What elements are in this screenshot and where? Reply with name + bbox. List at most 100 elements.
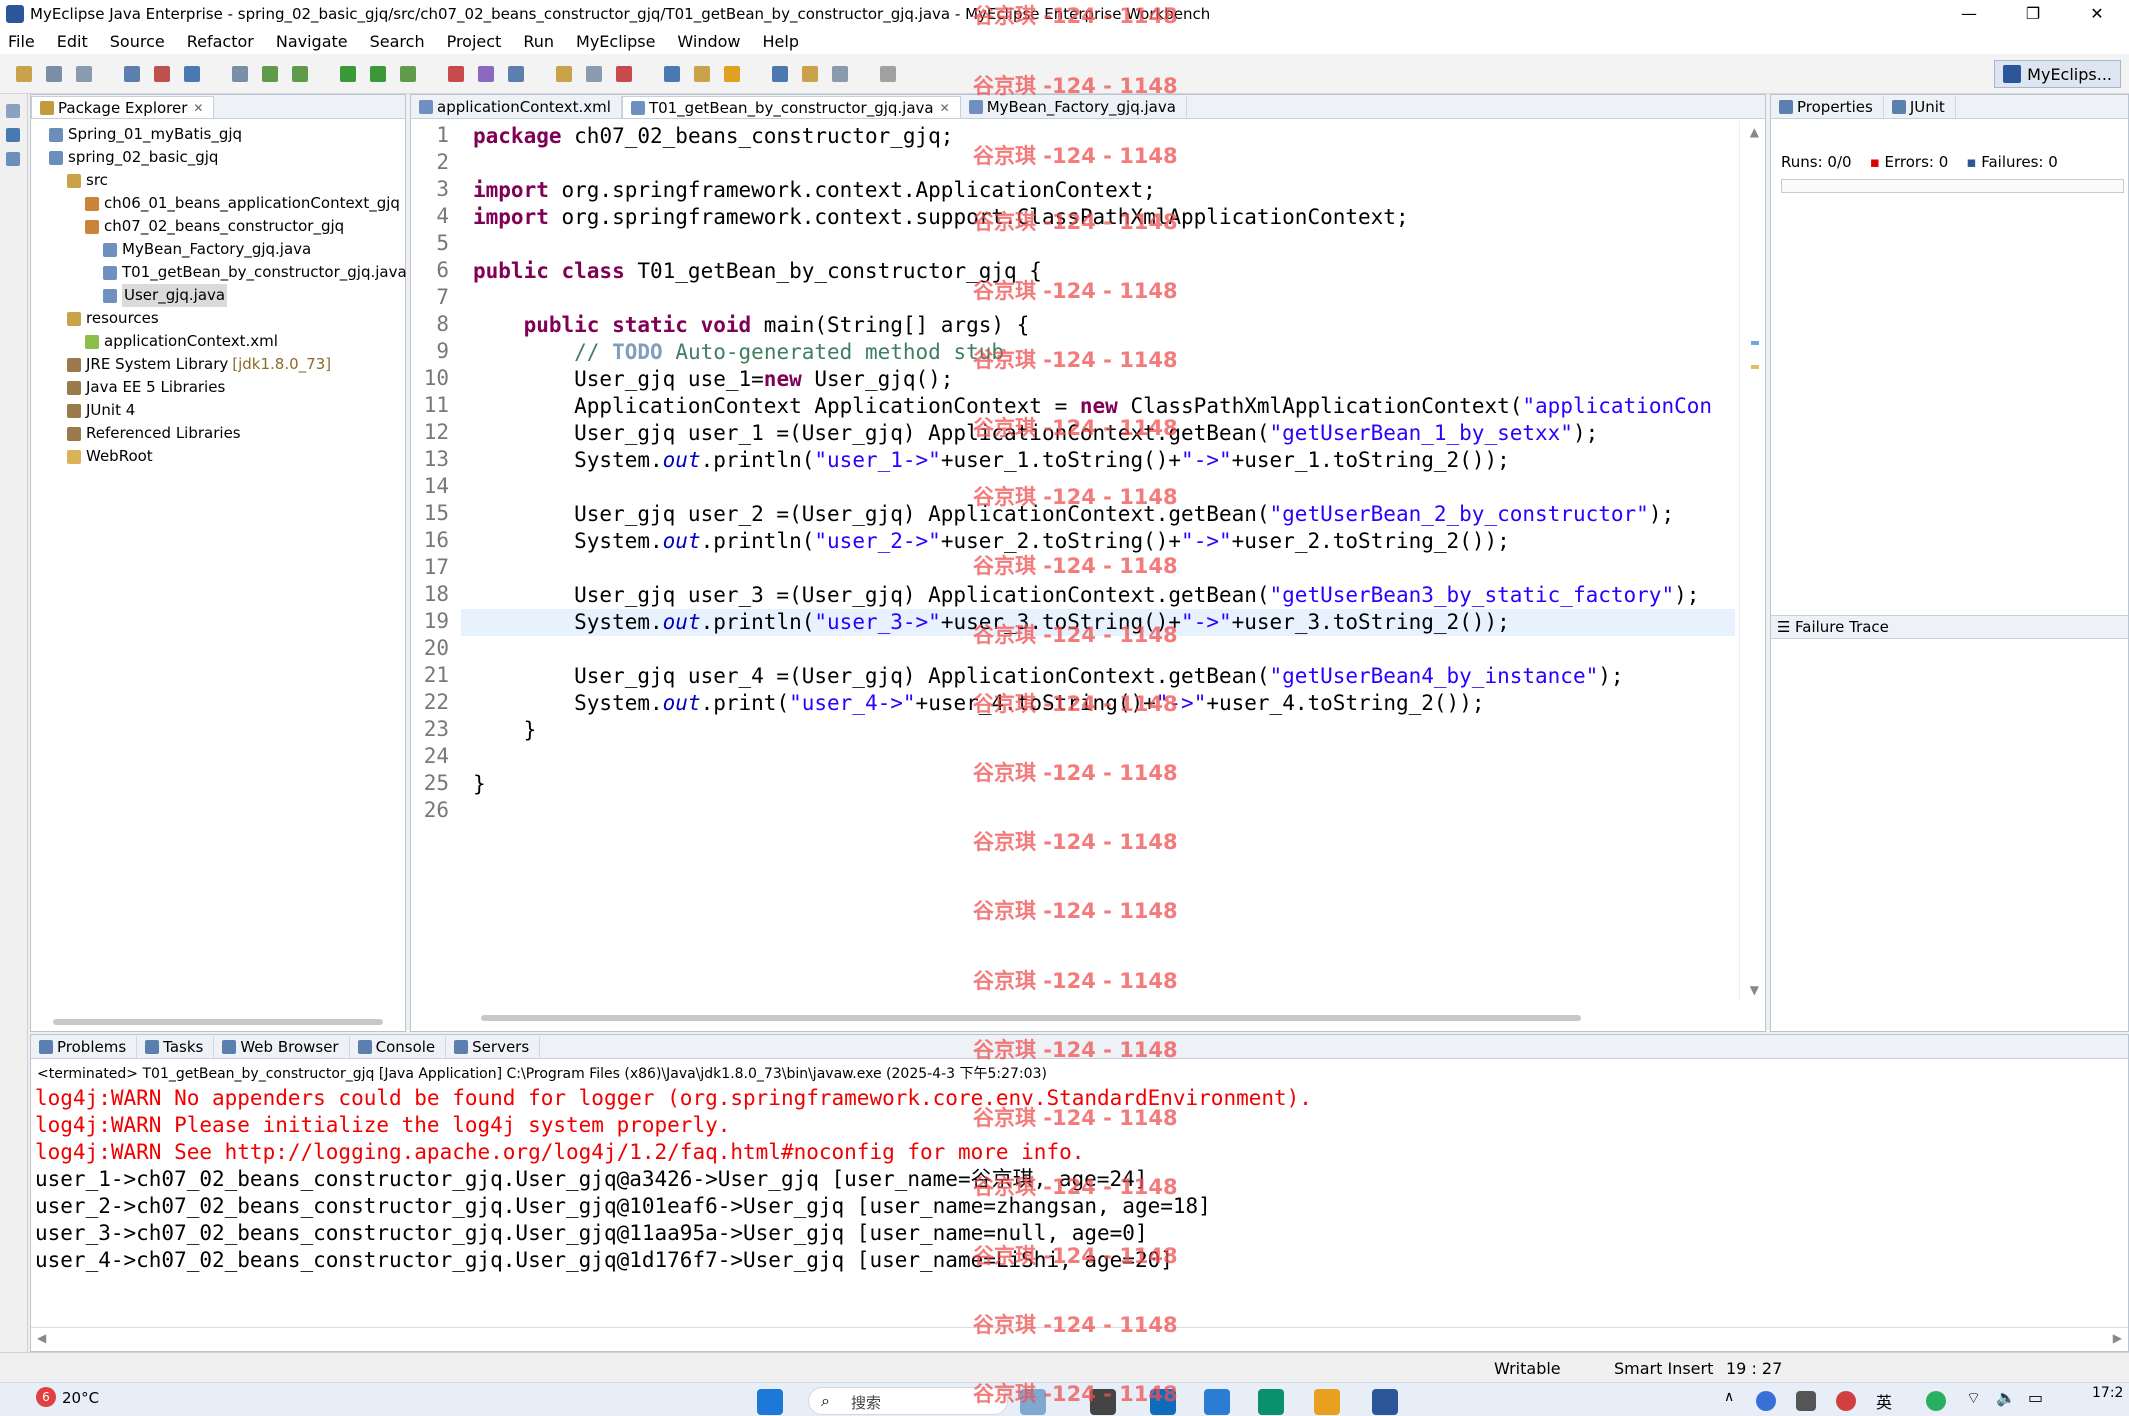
tree-item[interactable]: spring_02_basic_gjq: [31, 146, 405, 169]
myeclipse-taskbar-icon[interactable]: [1372, 1389, 1398, 1415]
hierarchy-view-icon[interactable]: [6, 152, 20, 166]
scrollbar-thumb[interactable]: [481, 1015, 1581, 1021]
minimize-button[interactable]: —: [1937, 0, 2001, 28]
close-button[interactable]: ✕: [2065, 0, 2129, 28]
volume-icon[interactable]: 🔈: [1996, 1388, 2016, 1407]
menu-item-navigate[interactable]: Navigate: [276, 32, 348, 51]
tab-problems[interactable]: Problems: [31, 1036, 138, 1058]
menu-item-myeclipse[interactable]: MyEclipse: [576, 32, 655, 51]
pin-icon[interactable]: [832, 66, 848, 82]
tab-properties[interactable]: Properties: [1771, 96, 1884, 118]
security-icon[interactable]: [1756, 1391, 1776, 1411]
windows-start-icon[interactable]: [757, 1389, 783, 1415]
forward-icon[interactable]: [802, 66, 818, 82]
scroll-right-icon[interactable]: ▶: [2113, 1331, 2122, 1345]
new-icon[interactable]: [16, 66, 32, 82]
tree-item[interactable]: JUnit 4: [31, 399, 405, 422]
scroll-up-icon[interactable]: ▲: [1750, 125, 1759, 139]
menu-item-run[interactable]: Run: [523, 32, 554, 51]
chrome-browser-icon[interactable]: [1314, 1389, 1340, 1415]
deploy-icon[interactable]: [478, 66, 494, 82]
debug-icon[interactable]: [262, 66, 278, 82]
vertical-scrollbar[interactable]: ▲ ▼: [1739, 121, 1765, 1001]
tree-item[interactable]: resources: [31, 307, 405, 330]
tree-item[interactable]: ch07_02_beans_constructor_gjq: [31, 215, 405, 238]
prev-annotation-icon[interactable]: [724, 66, 740, 82]
sync-icon[interactable]: [1836, 1391, 1856, 1411]
wifi-icon[interactable]: ⌔: [1966, 1388, 1981, 1408]
build-icon[interactable]: [232, 66, 248, 82]
menu-item-edit[interactable]: Edit: [57, 32, 88, 51]
tree-item[interactable]: ch06_01_beans_applicationContext_gjq: [31, 192, 405, 215]
tree-item[interactable]: Spring_01_myBatis_gjq: [31, 123, 405, 146]
menu-item-window[interactable]: Window: [677, 32, 740, 51]
tree-item[interactable]: T01_getBean_by_constructor_gjq.java: [31, 261, 407, 284]
menu-item-file[interactable]: File: [8, 32, 35, 51]
editor-horizontal-scrollbar[interactable]: [411, 1001, 1735, 1031]
scroll-left-icon[interactable]: ◀: [37, 1331, 46, 1345]
ime-indicator[interactable]: 英: [1876, 1389, 1892, 1413]
overview-marker[interactable]: [1751, 341, 1759, 345]
tab-package-explorer[interactable]: Package Explorer ✕: [31, 96, 215, 118]
menu-item-source[interactable]: Source: [110, 32, 165, 51]
tray-chevron-icon[interactable]: ∧: [1724, 1389, 1734, 1405]
coverage-icon[interactable]: [370, 66, 386, 82]
battery-icon[interactable]: ▭: [2028, 1388, 2043, 1407]
temperature[interactable]: 20°C: [62, 1389, 99, 1407]
tree-item[interactable]: src: [31, 169, 405, 192]
tree-item[interactable]: JRE System Library [jdk1.8.0_73]: [31, 353, 405, 376]
menu-item-search[interactable]: Search: [370, 32, 425, 51]
back-icon[interactable]: [772, 66, 788, 82]
external-tools-icon[interactable]: [400, 66, 416, 82]
tree-item[interactable]: applicationContext.xml: [31, 330, 405, 353]
clock[interactable]: 17:2: [2092, 1385, 2123, 1401]
menu-item-help[interactable]: Help: [763, 32, 799, 51]
tab-t01-getbean-by-constructor-gjq-java[interactable]: T01_getBean_by_constructor_gjq.java ✕: [621, 96, 961, 118]
tab-web-browser[interactable]: Web Browser: [214, 1036, 350, 1058]
tree-item[interactable]: User_gjq.java: [31, 284, 405, 307]
print-icon[interactable]: [124, 66, 140, 82]
menu-item-refactor[interactable]: Refactor: [187, 32, 254, 51]
new-project-icon[interactable]: [154, 66, 170, 82]
tree-item[interactable]: MyBean_Factory_gjq.java: [31, 238, 405, 261]
horizontal-scrollbar[interactable]: [53, 1019, 383, 1025]
network-adapter-icon[interactable]: [1796, 1391, 1816, 1411]
menu-item-project[interactable]: Project: [447, 32, 502, 51]
next-annotation-icon[interactable]: [694, 66, 710, 82]
bookmark-icon[interactable]: [616, 66, 632, 82]
edge-browser-icon[interactable]: [1258, 1389, 1284, 1415]
history-icon[interactable]: [880, 66, 896, 82]
tab-applicationcontext-xml[interactable]: applicationContext.xml: [411, 96, 622, 118]
wechat-icon[interactable]: [1926, 1391, 1946, 1411]
tree-item[interactable]: Java EE 5 Libraries: [31, 376, 405, 399]
server-icon[interactable]: [448, 66, 464, 82]
task-icon[interactable]: [556, 66, 572, 82]
open-type-icon[interactable]: [184, 66, 200, 82]
line-number: 15: [423, 501, 449, 525]
outline-view-icon[interactable]: [6, 128, 20, 142]
tab-tasks[interactable]: Tasks: [137, 1036, 215, 1058]
run-icon[interactable]: [292, 66, 308, 82]
maximize-button[interactable]: ❐: [2001, 0, 2065, 28]
close-tab-icon[interactable]: ✕: [940, 101, 950, 115]
overview-marker[interactable]: [1751, 365, 1759, 369]
app-icon[interactable]: [1204, 1389, 1230, 1415]
tab-console[interactable]: Console: [350, 1036, 447, 1058]
tab-file-icon: [145, 1040, 160, 1054]
perspective-switcher[interactable]: MyEclips...: [1994, 60, 2121, 88]
weather-badge[interactable]: 6: [36, 1387, 56, 1407]
run-last-icon[interactable]: [340, 66, 356, 82]
save-icon[interactable]: [46, 66, 62, 82]
open-perspective-icon[interactable]: [664, 66, 680, 82]
tab-junit[interactable]: JUnit: [1884, 96, 1956, 118]
tree-item[interactable]: WebRoot: [31, 445, 405, 468]
search-icon[interactable]: [508, 66, 524, 82]
scroll-down-icon[interactable]: ▼: [1750, 983, 1759, 997]
save-all-icon[interactable]: [76, 66, 92, 82]
tree-item-label: Java EE 5 Libraries: [86, 378, 226, 396]
annotation-icon[interactable]: [586, 66, 602, 82]
tab-servers[interactable]: Servers: [446, 1036, 541, 1058]
close-tab-icon[interactable]: ✕: [193, 101, 203, 115]
restore-view-icon[interactable]: [6, 104, 20, 118]
tree-item[interactable]: Referenced Libraries: [31, 422, 405, 445]
